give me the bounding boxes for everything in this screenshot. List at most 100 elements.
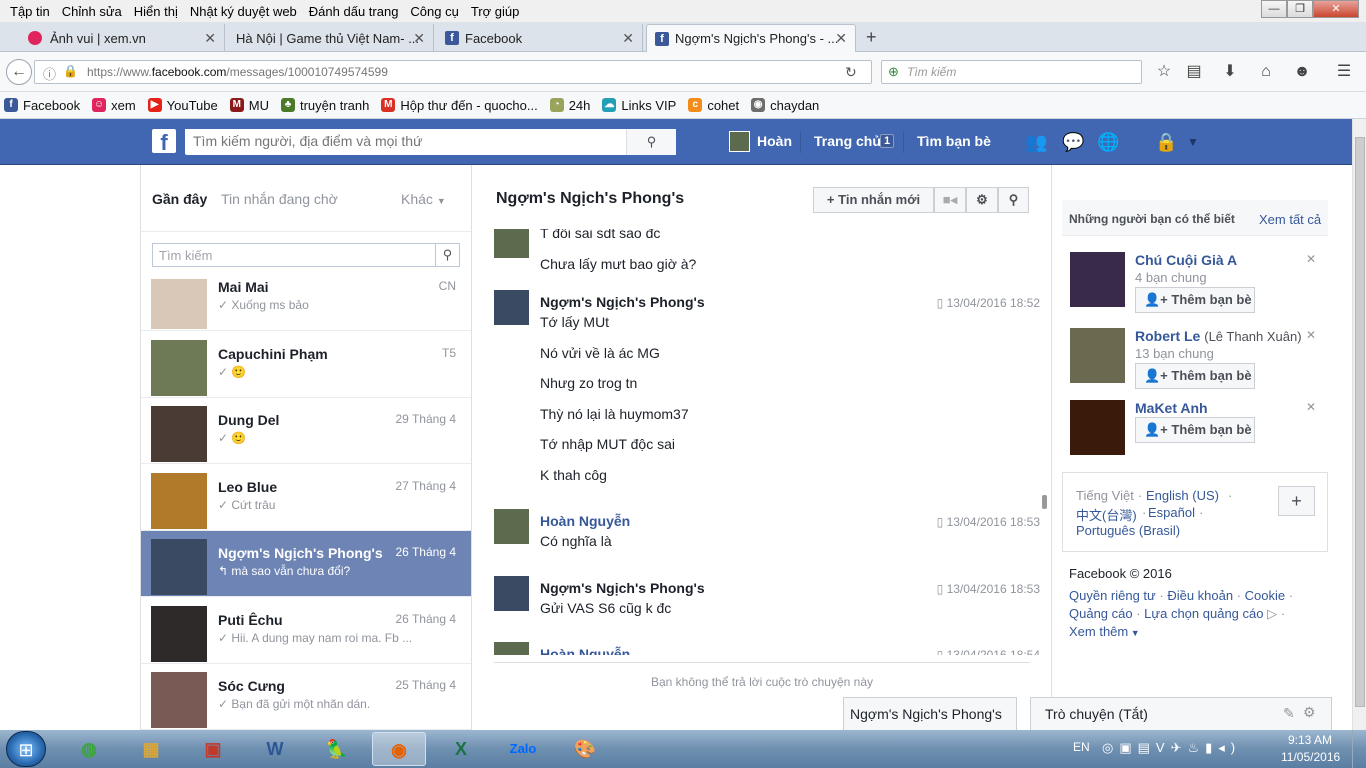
tab-messages-active[interactable]: f Ngợm's Ngịch's Phong's - ... ✕	[646, 24, 856, 52]
menu-edit[interactable]: Chỉnh sửa	[56, 4, 128, 19]
page-scrollbar[interactable]	[1352, 119, 1366, 730]
message-thread[interactable]: T đổi sai sdt sao đc Chưa lấy mưt bao giờ…	[472, 229, 1052, 655]
language-chinese-link[interactable]: 中文(台灣)	[1076, 505, 1137, 524]
bookmark-item[interactable]: ▶ YouTube	[147, 98, 218, 113]
close-window-button[interactable]: ✕	[1313, 0, 1359, 18]
reading-list-icon[interactable]: ▤	[1184, 62, 1204, 82]
language-english-link[interactable]: English (US)	[1146, 488, 1219, 503]
dismiss-icon[interactable]: ✕	[1306, 400, 1316, 414]
tab-recent[interactable]: Gần đây	[152, 191, 207, 207]
tray-icons[interactable]: ◎▣▤V✈♨▮◂)	[1102, 740, 1241, 756]
home-link[interactable]: Trang chủ	[814, 133, 881, 149]
gear-icon[interactable]: ⚙	[1303, 704, 1316, 721]
game-app-icon[interactable]: ▣	[186, 732, 240, 766]
conversation-list[interactable]: Mai Mai CN ✓ Xuống ms bảo Capuchini Phạm T5 ✓…	[141, 279, 471, 730]
close-tab-icon[interactable]: ✕	[204, 30, 216, 47]
avatar[interactable]	[1070, 400, 1125, 455]
account-menu-chevron-icon[interactable]: ▼	[1182, 132, 1204, 152]
see-all-link[interactable]: Xem tất cả	[1259, 212, 1321, 227]
scrollbar-thumb[interactable]	[1355, 137, 1365, 707]
more-languages-plus-button[interactable]: +	[1278, 486, 1315, 516]
conversation-row[interactable]: Sóc Cưng 25 Tháng 4 ✓ Bạn đã gửi một nhãn …	[141, 664, 471, 730]
qq-browser-icon[interactable]: ◍	[62, 732, 116, 766]
hamburger-menu-icon[interactable]: ☰	[1334, 62, 1354, 82]
add-friend-button[interactable]: 👤+ Thêm bạn bè	[1135, 363, 1255, 389]
download-icon[interactable]: ⬇	[1220, 62, 1240, 82]
search-icon[interactable]: ⚲	[435, 244, 459, 266]
url-bar[interactable]: ⓘ 🔒 https://www.facebook.com/messages/10…	[34, 60, 872, 84]
clock-date[interactable]: 11/05/2016	[1281, 750, 1340, 764]
messages-icon[interactable]: 💬	[1062, 132, 1084, 152]
maximize-button[interactable]: ❐	[1287, 0, 1313, 18]
conversation-row[interactable]: Mai Mai CN ✓ Xuống ms bảo	[141, 279, 471, 331]
language-spanish-link[interactable]: Español	[1148, 505, 1195, 520]
cookie-link[interactable]: Cookie	[1245, 588, 1285, 603]
home-icon[interactable]: ⌂	[1256, 62, 1276, 82]
message-sender[interactable]: Hoàn Nguyễn	[540, 646, 630, 655]
friend-requests-icon[interactable]: 👥	[1025, 132, 1047, 152]
bookmark-star-icon[interactable]: ☆	[1154, 62, 1174, 82]
privacy-link[interactable]: Quyền riêng tư	[1069, 588, 1156, 603]
facebook-logo-icon[interactable]: f	[152, 129, 176, 153]
avatar[interactable]	[1070, 252, 1125, 307]
search-icon[interactable]: ⚲	[626, 129, 676, 155]
add-friend-button[interactable]: 👤+ Thêm bạn bè	[1135, 287, 1255, 313]
profile-name-link[interactable]: Hoàn	[757, 133, 792, 149]
video-call-icon[interactable]: ■◂	[934, 187, 966, 213]
show-desktop-button[interactable]	[1352, 730, 1366, 768]
paint-icon[interactable]: 🎨	[558, 732, 612, 766]
add-friend-button[interactable]: 👤+ Thêm bạn bè	[1135, 417, 1255, 443]
bookmark-item[interactable]: f Facebook	[4, 98, 80, 113]
info-icon[interactable]: ⓘ	[43, 64, 56, 83]
conversation-row[interactable]: Leo Blue 27 Tháng 4 ✓ Cứt trâu	[141, 465, 471, 531]
tab-pending[interactable]: Tin nhắn đang chờ	[221, 191, 338, 207]
find-friends-link[interactable]: Tìm bạn bè	[917, 133, 991, 149]
menu-tools[interactable]: Công cụ	[404, 4, 464, 19]
word-icon[interactable]: W	[248, 732, 302, 766]
conversation-row[interactable]: Capuchini Phạm T5 ✓ 🙂	[141, 332, 471, 398]
bookmark-item[interactable]: M Hộp thư đến - quocho...	[381, 98, 538, 113]
menu-history[interactable]: Nhật ký duyệt web	[184, 4, 303, 19]
dismiss-icon[interactable]: ✕	[1306, 252, 1316, 266]
conversation-row[interactable]: Ngợm's Ngịch's Phong's 26 Tháng 4 ↰ mà sao…	[141, 531, 471, 597]
privacy-lock-icon[interactable]: 🔒	[1155, 132, 1177, 152]
bookmark-item[interactable]: ◔ 24h	[549, 98, 590, 113]
clock-time[interactable]: 9:13 AM	[1288, 733, 1332, 747]
tab-hanoi-game[interactable]: Hà Nội | Game thủ Việt Nam- ... ✕	[228, 24, 434, 52]
excel-icon[interactable]: X	[434, 732, 488, 766]
ad-choices-link[interactable]: Lựa chọn quảng cáo	[1144, 606, 1263, 621]
pymk-name[interactable]: Robert Le (Lê Thanh Xuân)	[1135, 328, 1302, 344]
pymk-mutual[interactable]: 13 bạn chung	[1135, 346, 1214, 361]
search-icon[interactable]: ⚲	[998, 187, 1029, 213]
bookmark-item[interactable]: ♣ truyện tranh	[280, 98, 369, 113]
close-tab-icon[interactable]: ✕	[413, 30, 425, 47]
bookmark-item[interactable]: c cohet	[688, 98, 739, 113]
menu-file[interactable]: Tập tin	[4, 4, 56, 19]
minimize-button[interactable]: —	[1261, 0, 1287, 18]
menu-help[interactable]: Trợ giúp	[465, 4, 526, 19]
thread-scrollbar-thumb[interactable]	[1042, 495, 1047, 509]
ads-link[interactable]: Quảng cáo	[1069, 606, 1133, 621]
tab-other[interactable]: Khác ▼	[401, 191, 446, 207]
chat-bubble-icon[interactable]: ☻	[1292, 62, 1312, 82]
file-explorer-icon[interactable]: ▦	[124, 732, 178, 766]
new-tab-icon[interactable]: +	[866, 27, 877, 48]
see-more-link[interactable]: Xem thêm	[1069, 624, 1128, 639]
inbox-search-input[interactable]: Tìm kiếm ⚲	[152, 243, 460, 267]
facebook-search[interactable]: ⚲	[185, 129, 676, 155]
pymk-name[interactable]: MaKet Anh	[1135, 400, 1208, 416]
chat-tab-conversation[interactable]: Ngợm's Ngịch's Phong's	[843, 697, 1017, 730]
conversation-row[interactable]: Puti Êchu 26 Tháng 4 ✓ Hii. A dung may nam…	[141, 598, 471, 664]
close-tab-icon[interactable]: ✕	[622, 30, 634, 47]
message-sender[interactable]: Hoàn Nguyễn	[540, 513, 630, 529]
new-message-button[interactable]: + Tin nhắn mới	[813, 187, 934, 213]
menu-view[interactable]: Hiển thị	[128, 4, 184, 19]
facebook-search-input[interactable]	[185, 129, 625, 153]
terms-link[interactable]: Điều khoản	[1167, 588, 1233, 603]
firefox-icon[interactable]: ◉	[372, 732, 426, 766]
notifications-globe-icon[interactable]: 🌐	[1097, 132, 1119, 152]
browser-search-box[interactable]: ⊕ Tìm kiếm	[881, 60, 1142, 84]
pymk-name[interactable]: Chú Cuội Già A	[1135, 252, 1237, 268]
bookmark-item[interactable]: M MU	[229, 98, 269, 113]
dismiss-icon[interactable]: ✕	[1306, 328, 1316, 342]
